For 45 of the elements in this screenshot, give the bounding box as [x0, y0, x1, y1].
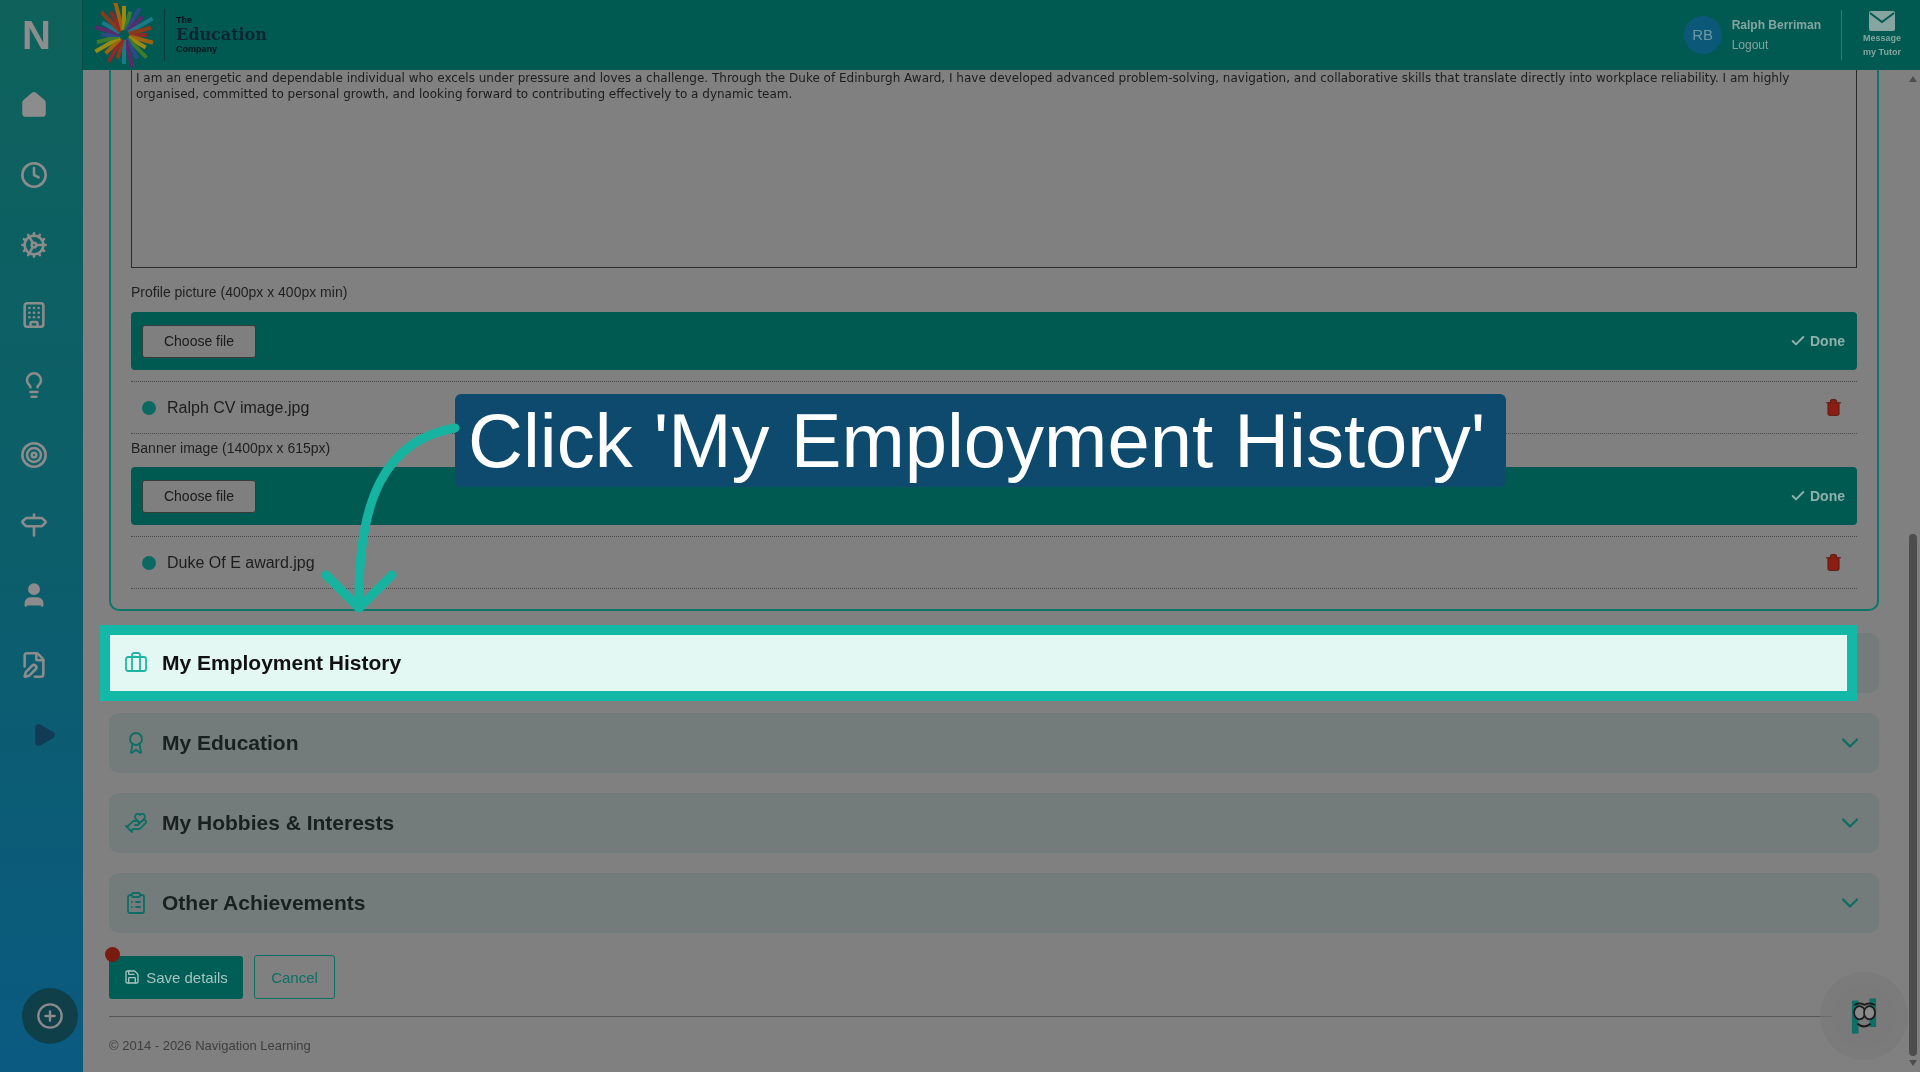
accordion-header[interactable]: My Education	[109, 713, 1879, 773]
accordion-header[interactable]: My Hobbies & Interests	[109, 793, 1879, 853]
user-name: Ralph Berriman	[1731, 18, 1821, 32]
save-button[interactable]: Save details	[109, 955, 243, 999]
file-pen-icon[interactable]	[20, 651, 48, 679]
logout-link[interactable]: Logout	[1731, 38, 1821, 52]
field-label: Profile picture (400px x 400px min)	[131, 284, 349, 300]
briefcase-icon	[124, 651, 148, 675]
gear-icon[interactable]	[20, 231, 48, 259]
file-name: Ralph CV image.jpg	[167, 398, 310, 417]
save-icon	[124, 969, 141, 985]
building-icon[interactable]	[20, 301, 48, 329]
file-name: Duke Of E award.jpg	[167, 553, 315, 572]
upload-status: Done	[1810, 333, 1845, 349]
scroll-down-icon[interactable]	[1909, 1060, 1917, 1066]
message-tutor-button[interactable]: Message my Tutor	[1858, 11, 1906, 59]
upload-status: Done	[1810, 488, 1845, 504]
bullet-dot-icon	[142, 400, 156, 415]
home-icon[interactable]	[20, 91, 48, 119]
plus-circle-icon	[36, 1002, 64, 1030]
brand-logo: N	[22, 15, 51, 55]
logo-small-text: The	[176, 15, 193, 26]
choose-file-button[interactable]: Choose file	[142, 479, 256, 513]
clipboard-list-icon	[124, 891, 148, 915]
logo-small-text: Company	[176, 44, 218, 55]
target-icon[interactable]	[20, 441, 48, 469]
copyright-text: © 2014 - 2026 Navigation Learning	[109, 1038, 311, 1053]
text-area[interactable]: I am an energetic and dependable individual who excels under pressure and loves a challenge. Through the Duke of Edinburgh Award, I have developed advanced problem-solving, navigation, and collaborative skills that translate directly into workplace reliability. I am highly organised, committed to personal growth, and looking forward to contributing effectively to a dynamic team.	[131, 70, 1857, 268]
accordion-header[interactable]: My Employment History	[100, 625, 1857, 701]
clock-icon[interactable]	[20, 161, 48, 189]
scroll-up-icon[interactable]	[1909, 76, 1917, 82]
avatar: RB	[1683, 16, 1722, 54]
field-label: Banner image (1400px x 615px)	[131, 440, 332, 456]
tutorial-callout: Click 'My Employment History'	[455, 394, 1506, 487]
choose-file-button[interactable]: Choose file	[142, 324, 256, 358]
accordion-header[interactable]: Other Achievements	[109, 873, 1879, 933]
scrollbar-thumb[interactable]	[1909, 534, 1917, 1056]
trash-icon[interactable]	[1824, 398, 1843, 417]
trash-icon[interactable]	[1824, 553, 1843, 572]
signpost-icon[interactable]	[20, 511, 48, 539]
bullet-dot-icon	[142, 555, 156, 570]
hands-heart-icon	[124, 811, 148, 835]
mail-icon	[1869, 11, 1895, 31]
round-button[interactable]	[22, 988, 78, 1044]
starburst-logo	[92, 3, 156, 67]
